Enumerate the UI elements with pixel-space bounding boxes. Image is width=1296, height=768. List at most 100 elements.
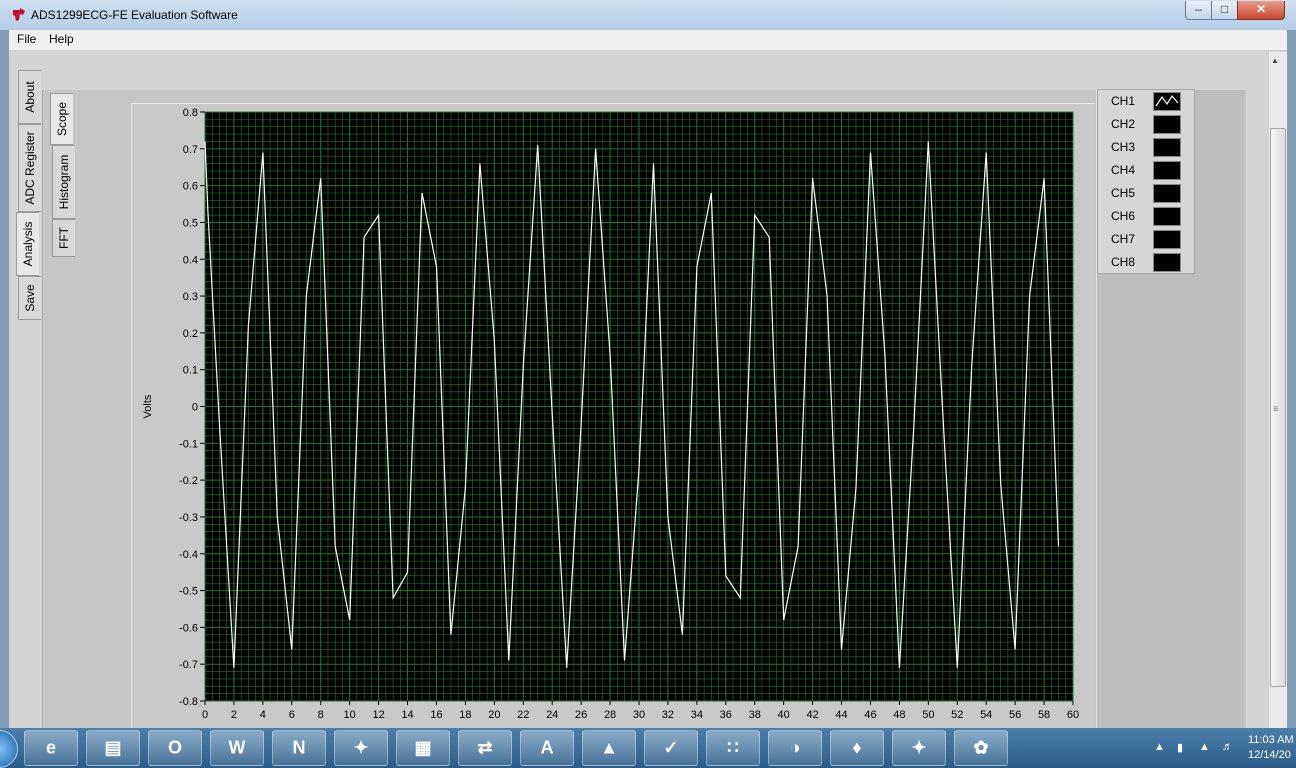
tray-battery-icon[interactable]: ▮ <box>1177 741 1183 754</box>
legend-ch2[interactable]: CH2 <box>1098 113 1194 136</box>
close-button[interactable]: ✕ <box>1237 1 1285 20</box>
line-plot-icon <box>1155 94 1179 107</box>
y-tick-label: -0.2 <box>179 475 198 487</box>
legend-ch3[interactable]: CH3 <box>1098 136 1194 159</box>
menu-help[interactable]: Help <box>49 32 74 46</box>
legend-ch3-label: CH3 <box>1111 140 1136 154</box>
y-tick-label: 0.2 <box>183 328 198 340</box>
tab-fft-label: FFT <box>57 227 71 249</box>
taskbar-app-6[interactable]: ▦ <box>396 730 450 766</box>
x-tick-label: 60 <box>1067 709 1079 721</box>
taskbar-app-11-icon: ∷ <box>727 737 739 758</box>
taskbar-app-8[interactable]: A <box>520 730 574 766</box>
y-tick-label: 0 <box>192 402 198 414</box>
taskbar-app-0[interactable]: e <box>24 730 78 766</box>
scope-graph[interactable]: 0.8 0.7 0.6 0.5 0.4 0.3 0.2 0.1 0 -0.1 -0.2 -0.3 -0.… <box>131 103 1094 728</box>
taskbar-app-10[interactable]: ✓ <box>644 730 698 766</box>
tray-network-icon[interactable]: ▲ <box>1199 741 1210 753</box>
y-tick-label: 0.4 <box>183 254 198 266</box>
taskbar-app-15-icon: ✿ <box>973 737 989 758</box>
x-tick-label: 2 <box>231 709 237 721</box>
x-tick-label: 36 <box>720 709 732 721</box>
scrollbar-grip-icon: ≡ <box>1273 404 1279 415</box>
legend-ch7[interactable]: CH7 <box>1098 228 1194 251</box>
taskbar-app-12-icon: ◑ <box>789 737 801 758</box>
legend-ch7-swatch[interactable] <box>1153 230 1181 249</box>
window-title: ADS1299ECG-FE Evaluation Software <box>31 8 238 22</box>
x-tick-label: 32 <box>662 709 674 721</box>
minimize-button[interactable]: – <box>1185 1 1212 20</box>
legend-ch6-label: CH6 <box>1111 209 1136 223</box>
tab-scope[interactable]: Scope <box>50 93 73 145</box>
x-tick-label: 54 <box>980 709 992 721</box>
x-tick-label: 12 <box>372 709 384 721</box>
legend-ch8-label: CH8 <box>1111 255 1136 269</box>
tab-analysis[interactable]: Analysis <box>16 212 39 276</box>
x-tick-label: 42 <box>806 709 818 721</box>
taskbar-app-13[interactable]: ♦ <box>830 730 884 766</box>
legend-ch2-swatch[interactable] <box>1153 115 1181 134</box>
x-tick-label: 34 <box>691 709 703 721</box>
y-tick-label: 0.7 <box>183 144 198 156</box>
taskbar-app-5[interactable]: ✦ <box>334 730 388 766</box>
x-tick-label: 24 <box>546 709 558 721</box>
x-tick-label: 46 <box>864 709 876 721</box>
y-tick-label: -0.4 <box>179 549 198 561</box>
x-tick-label: 10 <box>344 709 356 721</box>
legend-ch5-swatch[interactable] <box>1153 184 1181 203</box>
tab-scope-label: Scope <box>55 101 69 137</box>
x-tick-label: 38 <box>749 709 761 721</box>
taskbar-app-2-icon: O <box>167 737 183 758</box>
tray-arrow-icon[interactable]: ▲ <box>1154 741 1165 753</box>
taskbar-app-15[interactable]: ✿ <box>954 730 1008 766</box>
menu-file[interactable]: File <box>17 32 36 46</box>
x-tick-label: 28 <box>604 709 616 721</box>
tab-about[interactable]: About <box>18 70 41 124</box>
legend-ch4-swatch[interactable] <box>1153 161 1181 180</box>
x-tick-label: 56 <box>1009 709 1021 721</box>
taskbar-app-12[interactable]: ◑ <box>768 730 822 766</box>
taskbar-app-9-icon: ▲ <box>600 737 618 758</box>
legend-ch7-label: CH7 <box>1111 232 1136 246</box>
legend-ch4-label: CH4 <box>1111 163 1136 177</box>
taskbar-app-1[interactable]: ▤ <box>86 730 140 766</box>
taskbar-app-14[interactable]: ✦ <box>892 730 946 766</box>
taskbar-app-4[interactable]: N <box>272 730 326 766</box>
taskbar-app-14-icon: ✦ <box>911 737 927 758</box>
taskbar-app-11[interactable]: ∷ <box>706 730 760 766</box>
taskbar-app-2[interactable]: O <box>148 730 202 766</box>
taskbar-app-3[interactable]: W <box>210 730 264 766</box>
legend-ch8-swatch[interactable] <box>1153 253 1181 272</box>
legend-ch5[interactable]: CH5 <box>1098 182 1194 205</box>
x-tick-label: 4 <box>260 709 266 721</box>
maximize-button[interactable]: □ <box>1211 1 1238 20</box>
legend-ch3-swatch[interactable] <box>1153 138 1181 157</box>
ti-logo-icon <box>13 8 25 21</box>
legend-ch6-swatch[interactable] <box>1153 207 1181 226</box>
legend-ch4[interactable]: CH4 <box>1098 159 1194 182</box>
scroll-up-arrow-icon[interactable]: ▲ <box>1271 56 1279 65</box>
legend-ch1[interactable]: CH1 <box>1098 90 1194 113</box>
taskbar-app-7[interactable]: ⇄ <box>458 730 512 766</box>
tab-adc-register[interactable]: ADC Register <box>18 124 41 212</box>
x-tick-label: 44 <box>835 709 847 721</box>
tab-fft[interactable]: FFT <box>52 219 75 257</box>
x-tick-label: 58 <box>1038 709 1050 721</box>
tab-save[interactable]: Save <box>18 276 41 320</box>
tray-volume-icon[interactable]: ♬ <box>1222 741 1233 753</box>
y-tick-label: 0.5 <box>183 217 198 229</box>
tab-analysis-label: Analysis <box>21 221 35 267</box>
legend-ch6[interactable]: CH6 <box>1098 205 1194 228</box>
x-tick-label: 52 <box>951 709 963 721</box>
legend-ch2-label: CH2 <box>1111 117 1136 131</box>
tab-histogram-label: Histogram <box>57 154 71 210</box>
tab-histogram[interactable]: Histogram <box>52 145 75 219</box>
legend-ch8[interactable]: CH8 <box>1098 251 1194 274</box>
clock-date: 12/14/20 <box>1248 749 1291 761</box>
tab-about-label: About <box>23 81 37 113</box>
taskbar-app-7-icon: ⇄ <box>477 737 493 758</box>
x-tick-label: 20 <box>488 709 500 721</box>
taskbar-app-9[interactable]: ▲ <box>582 730 636 766</box>
tray-clock[interactable]: 11:03 AM 12/14/20 <box>1248 733 1294 763</box>
legend-ch1-swatch[interactable] <box>1153 92 1181 111</box>
